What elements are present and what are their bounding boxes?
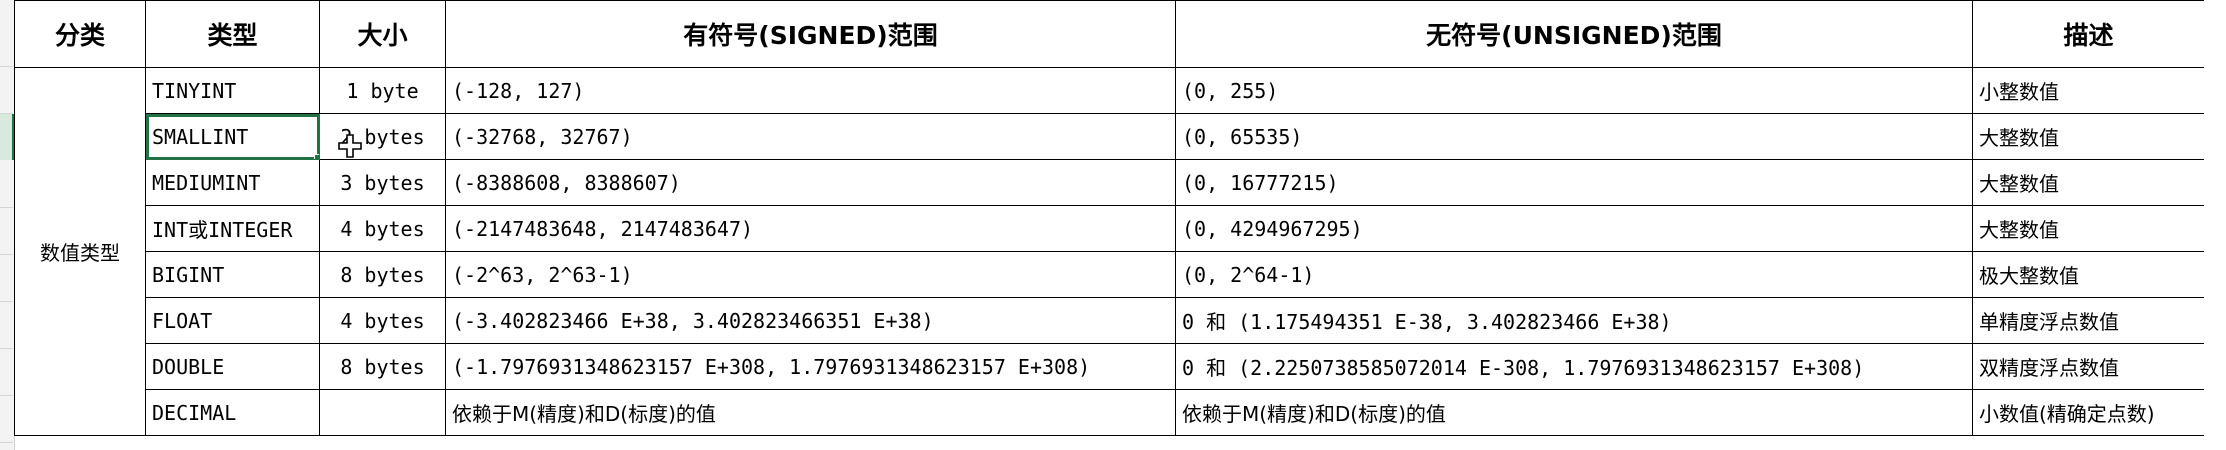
row-header[interactable] <box>0 302 13 349</box>
description-cell[interactable]: 大整数值 <box>1972 159 2205 206</box>
size-cell[interactable]: 4 bytes <box>319 297 446 344</box>
signed-range-cell[interactable]: (-2^63, 2^63-1) <box>445 251 1176 298</box>
row-header[interactable] <box>0 67 13 114</box>
table-row: MEDIUMINT 3 bytes (-8388608, 8388607) (0… <box>15 159 2205 206</box>
description-cell[interactable]: 小数值(精确定点数) <box>1972 389 2205 436</box>
row-header[interactable] <box>0 0 13 67</box>
unsigned-range-cell[interactable]: (0, 2^64-1) <box>1175 251 1973 298</box>
type-cell[interactable]: MEDIUMINT <box>145 159 320 206</box>
size-cell[interactable] <box>319 389 446 436</box>
column-header-signed-range[interactable]: 有符号(SIGNED)范围 <box>445 0 1176 68</box>
type-cell[interactable]: BIGINT <box>145 251 320 298</box>
description-cell[interactable]: 小整数值 <box>1972 67 2205 114</box>
unsigned-range-cell[interactable]: (0, 4294967295) <box>1175 205 1973 252</box>
unsigned-range-cell[interactable]: 0 和 (2.2250738585072014 E-308, 1.7976931… <box>1175 343 1973 390</box>
type-cell[interactable]: TINYINT <box>145 67 320 114</box>
unsigned-range-cell[interactable]: (0, 255) <box>1175 67 1973 114</box>
signed-range-cell[interactable]: (-8388608, 8388607) <box>445 159 1176 206</box>
table-row: DECIMAL 依赖于M(精度)和D(标度)的值 依赖于M(精度)和D(标度)的… <box>15 389 2205 436</box>
sheet-edge <box>2204 0 2226 450</box>
header-row: 分类 类型 大小 有符号(SIGNED)范围 无符号(UNSIGNED)范围 描… <box>14 0 2205 68</box>
column-header-unsigned-range[interactable]: 无符号(UNSIGNED)范围 <box>1175 0 1973 68</box>
description-cell[interactable]: 极大整数值 <box>1972 251 2205 298</box>
column-header-category[interactable]: 分类 <box>14 0 146 68</box>
column-header-description[interactable]: 描述 <box>1972 0 2205 68</box>
unsigned-range-cell[interactable]: (0, 65535) <box>1175 113 1973 160</box>
signed-range-cell[interactable]: (-2147483648, 2147483647) <box>445 205 1176 252</box>
table-row: BIGINT 8 bytes (-2^63, 2^63-1) (0, 2^64-… <box>15 251 2205 298</box>
signed-range-cell[interactable]: (-1.7976931348623157 E+308, 1.7976931348… <box>445 343 1176 390</box>
size-cell[interactable]: 2 bytes <box>319 113 446 160</box>
column-header-size[interactable]: 大小 <box>319 0 446 68</box>
row-header[interactable] <box>0 255 13 302</box>
table-row: FLOAT 4 bytes (-3.402823466 E+38, 3.4028… <box>15 297 2205 344</box>
size-cell[interactable]: 4 bytes <box>319 205 446 252</box>
column-header-type[interactable]: 类型 <box>145 0 320 68</box>
row-header[interactable] <box>0 161 13 208</box>
type-cell-text: SMALLINT <box>152 124 249 149</box>
category-cell[interactable]: 数值类型 <box>14 67 146 436</box>
row-header-gutter[interactable] <box>0 0 15 450</box>
description-cell[interactable]: 大整数值 <box>1972 113 2205 160</box>
signed-range-cell[interactable]: (-3.402823466 E+38, 3.402823466351 E+38) <box>445 297 1176 344</box>
unsigned-range-cell[interactable]: 依赖于M(精度)和D(标度)的值 <box>1175 389 1973 436</box>
row-header[interactable] <box>0 208 13 255</box>
type-cell[interactable]: INT或INTEGER <box>145 205 320 252</box>
type-cell[interactable]: FLOAT <box>145 297 320 344</box>
description-cell[interactable]: 双精度浮点数值 <box>1972 343 2205 390</box>
table-row: INT或INTEGER 4 bytes (-2147483648, 214748… <box>15 205 2205 252</box>
unsigned-range-cell[interactable]: (0, 16777215) <box>1175 159 1973 206</box>
unsigned-range-cell[interactable]: 0 和 (1.175494351 E-38, 3.402823466 E+38) <box>1175 297 1973 344</box>
table-row: 数值类型 TINYINT 1 byte (-128, 127) (0, 255)… <box>14 67 2205 436</box>
row-header[interactable] <box>0 349 13 396</box>
type-cell-selected[interactable]: SMALLINT <box>145 113 320 160</box>
data-types-table: 分类 类型 大小 有符号(SIGNED)范围 无符号(UNSIGNED)范围 描… <box>14 0 2205 436</box>
signed-range-cell[interactable]: (-128, 127) <box>445 67 1176 114</box>
table-row: DOUBLE 8 bytes (-1.7976931348623157 E+30… <box>15 343 2205 390</box>
row-header-active[interactable] <box>0 114 14 160</box>
signed-range-cell[interactable]: 依赖于M(精度)和D(标度)的值 <box>445 389 1176 436</box>
size-cell[interactable]: 8 bytes <box>319 343 446 390</box>
type-cell[interactable]: DECIMAL <box>145 389 320 436</box>
table-row: SMALLINT 2 bytes (-32768, 32767) (0, 655… <box>15 113 2205 160</box>
fill-handle[interactable] <box>314 154 319 159</box>
description-cell[interactable]: 单精度浮点数值 <box>1972 297 2205 344</box>
size-cell[interactable]: 3 bytes <box>319 159 446 206</box>
signed-range-cell[interactable]: (-32768, 32767) <box>445 113 1176 160</box>
type-cell[interactable]: DOUBLE <box>145 343 320 390</box>
row-header[interactable] <box>0 396 13 443</box>
size-cell[interactable]: 8 bytes <box>319 251 446 298</box>
size-cell[interactable]: 1 byte <box>319 67 446 114</box>
description-cell[interactable]: 大整数值 <box>1972 205 2205 252</box>
